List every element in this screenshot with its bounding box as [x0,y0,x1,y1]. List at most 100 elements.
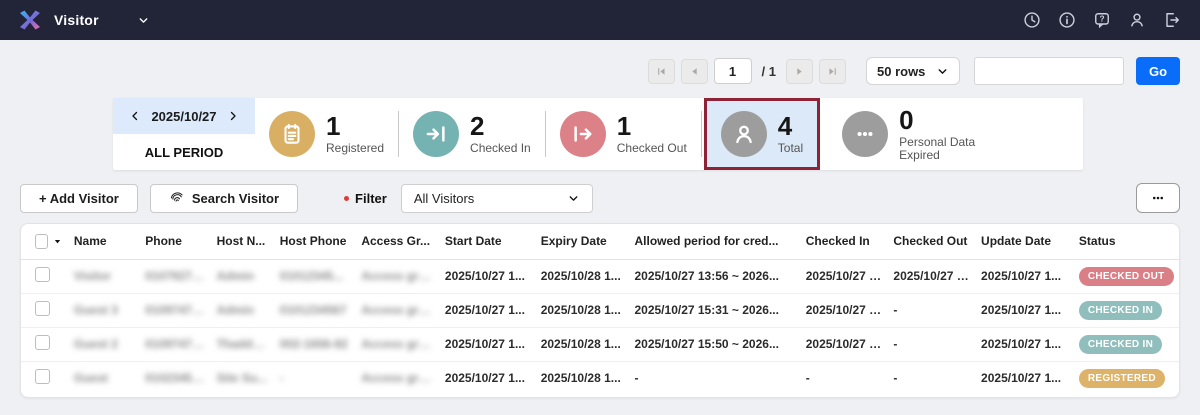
page-number-input[interactable] [714,58,752,84]
cell-allowed-period: 2025/10/27 13:56 ~ 2026... [628,259,799,293]
chevron-down-icon [567,192,580,205]
row-checkbox[interactable] [35,267,50,282]
col-header-access-group[interactable]: Access Gr... [355,224,439,259]
divider [701,111,702,157]
header-caret-icon[interactable] [53,237,62,246]
go-button[interactable]: Go [1136,57,1180,85]
cell-checked-out: - [887,327,975,361]
add-visitor-button[interactable]: + Add Visitor [20,184,138,213]
table-header-row: Name Phone Host N... Host Phone Access G… [21,224,1179,259]
visitor-filter-select[interactable]: All Visitors [401,184,593,213]
cell-expiry-date: 2025/10/28 1... [535,259,629,293]
rows-per-page-select[interactable]: 50 rows [866,57,960,85]
cell-checked-out: - [887,361,975,395]
filter-required-dot [344,196,349,201]
page-total-label: / 1 [762,64,776,79]
stat-card-personal-data-expired[interactable]: 0 Personal Data Expired [828,98,1009,170]
stat-card-checked-in[interactable]: 2 Checked In [399,98,545,170]
col-header-checked-out[interactable]: Checked Out [887,224,975,259]
first-page-icon[interactable] [648,59,675,84]
table-row[interactable]: Guest 01023456... Site Su... - Access gr… [21,361,1179,395]
col-header-update-date[interactable]: Update Date [975,224,1073,259]
row-checkbox[interactable] [35,301,50,316]
app-logo-icon[interactable] [18,8,42,32]
search-input[interactable] [974,57,1124,85]
stat-card-checked-out[interactable]: 1 Checked Out [546,98,701,170]
personal-data-expired-label: Personal Data Expired [899,136,995,161]
cell-start-date: 2025/10/27 1... [439,361,535,395]
table-row[interactable]: Visitor 010792792 Admin 01012345... Acce… [21,259,1179,293]
logout-icon[interactable] [1162,10,1182,30]
select-all-checkbox[interactable] [35,234,48,249]
clock-icon[interactable] [1022,10,1042,30]
next-date-icon[interactable] [227,110,239,122]
cell-start-date: 2025/10/27 1... [439,327,535,361]
cell-start-date: 2025/10/27 1... [439,293,535,327]
prev-date-icon[interactable] [129,110,141,122]
cell-checked-in: 2025/10/27 1... [800,259,888,293]
cell-phone: 01097472... [139,327,210,361]
col-header-checked-in[interactable]: Checked In [800,224,888,259]
ellipsis-icon [842,111,888,157]
cell-host-phone: 0101234567 [274,293,356,327]
cell-access-group: Access gro... [355,361,439,395]
cell-host-name: Admin [211,259,274,293]
cell-access-group: Access gro... [355,293,439,327]
filter-label: Filter [355,191,387,206]
last-page-icon[interactable] [819,59,846,84]
cell-expiry-date: 2025/10/28 1... [535,327,629,361]
col-header-status[interactable]: Status [1073,224,1179,259]
cell-host-name: Thadde... [211,327,274,361]
cell-host-phone: - [274,361,356,395]
status-badge: CHECKED IN [1079,335,1162,354]
cell-name: Visitor [68,259,139,293]
info-icon[interactable] [1057,10,1077,30]
cell-update-date: 2025/10/27 1... [975,327,1073,361]
page-title: Visitor [54,12,99,28]
registered-count: 1 [326,113,384,140]
status-badge: REGISTERED [1079,369,1165,388]
user-icon[interactable] [1127,10,1147,30]
all-period-toggle[interactable]: ALL PERIOD [113,134,255,170]
cell-host-name: Admin [211,293,274,327]
current-date-label: 2025/10/27 [151,109,216,124]
row-checkbox[interactable] [35,335,50,350]
fingerprint-icon [169,190,185,206]
visitor-filter-value: All Visitors [414,191,474,206]
help-icon[interactable]: ? [1092,10,1112,30]
top-navbar: Visitor ? [0,0,1200,40]
cell-checked-in: - [800,361,888,395]
visitor-table-panel: Name Phone Host N... Host Phone Access G… [20,223,1180,398]
col-header-name[interactable]: Name [68,224,139,259]
table-toolbar: + Add Visitor Search Visitor Filter All … [20,183,1180,213]
person-icon [721,111,767,157]
next-page-icon[interactable] [786,59,813,84]
col-header-host-name[interactable]: Host N... [211,224,274,259]
more-options-button[interactable] [1136,183,1180,213]
col-header-host-phone[interactable]: Host Phone [274,224,356,259]
search-visitor-button[interactable]: Search Visitor [150,184,298,213]
cell-phone: 010792792 [139,259,210,293]
cell-checked-in: 2025/10/27 1... [800,293,888,327]
stat-card-registered[interactable]: 1 Registered [255,98,398,170]
checked-in-label: Checked In [470,142,531,155]
cell-update-date: 2025/10/27 1... [975,259,1073,293]
col-header-start-date[interactable]: Start Date [439,224,535,259]
cell-access-group: Access gro... [355,259,439,293]
col-header-allowed-period[interactable]: Allowed period for cred... [628,224,799,259]
checked-in-count: 2 [470,113,531,140]
cell-checked-in: 2025/10/27 1... [800,327,888,361]
col-header-expiry-date[interactable]: Expiry Date [535,224,629,259]
prev-page-icon[interactable] [681,59,708,84]
date-navigator: 2025/10/27 [113,98,255,134]
stat-card-total[interactable]: 4 Total [704,98,820,170]
search-visitor-label: Search Visitor [192,191,279,206]
col-header-phone[interactable]: Phone [139,224,210,259]
table-row[interactable]: Guest 3 01097472... Admin 0101234567 Acc… [21,293,1179,327]
row-checkbox[interactable] [35,369,50,384]
cell-name: Guest 3 [68,293,139,327]
checked-out-label: Checked Out [617,142,687,155]
chevron-down-icon [936,65,949,78]
table-row[interactable]: Guest 2 01097472... Thadde... 002-1656-8… [21,327,1179,361]
menu-chevron-down-icon[interactable] [137,14,150,27]
